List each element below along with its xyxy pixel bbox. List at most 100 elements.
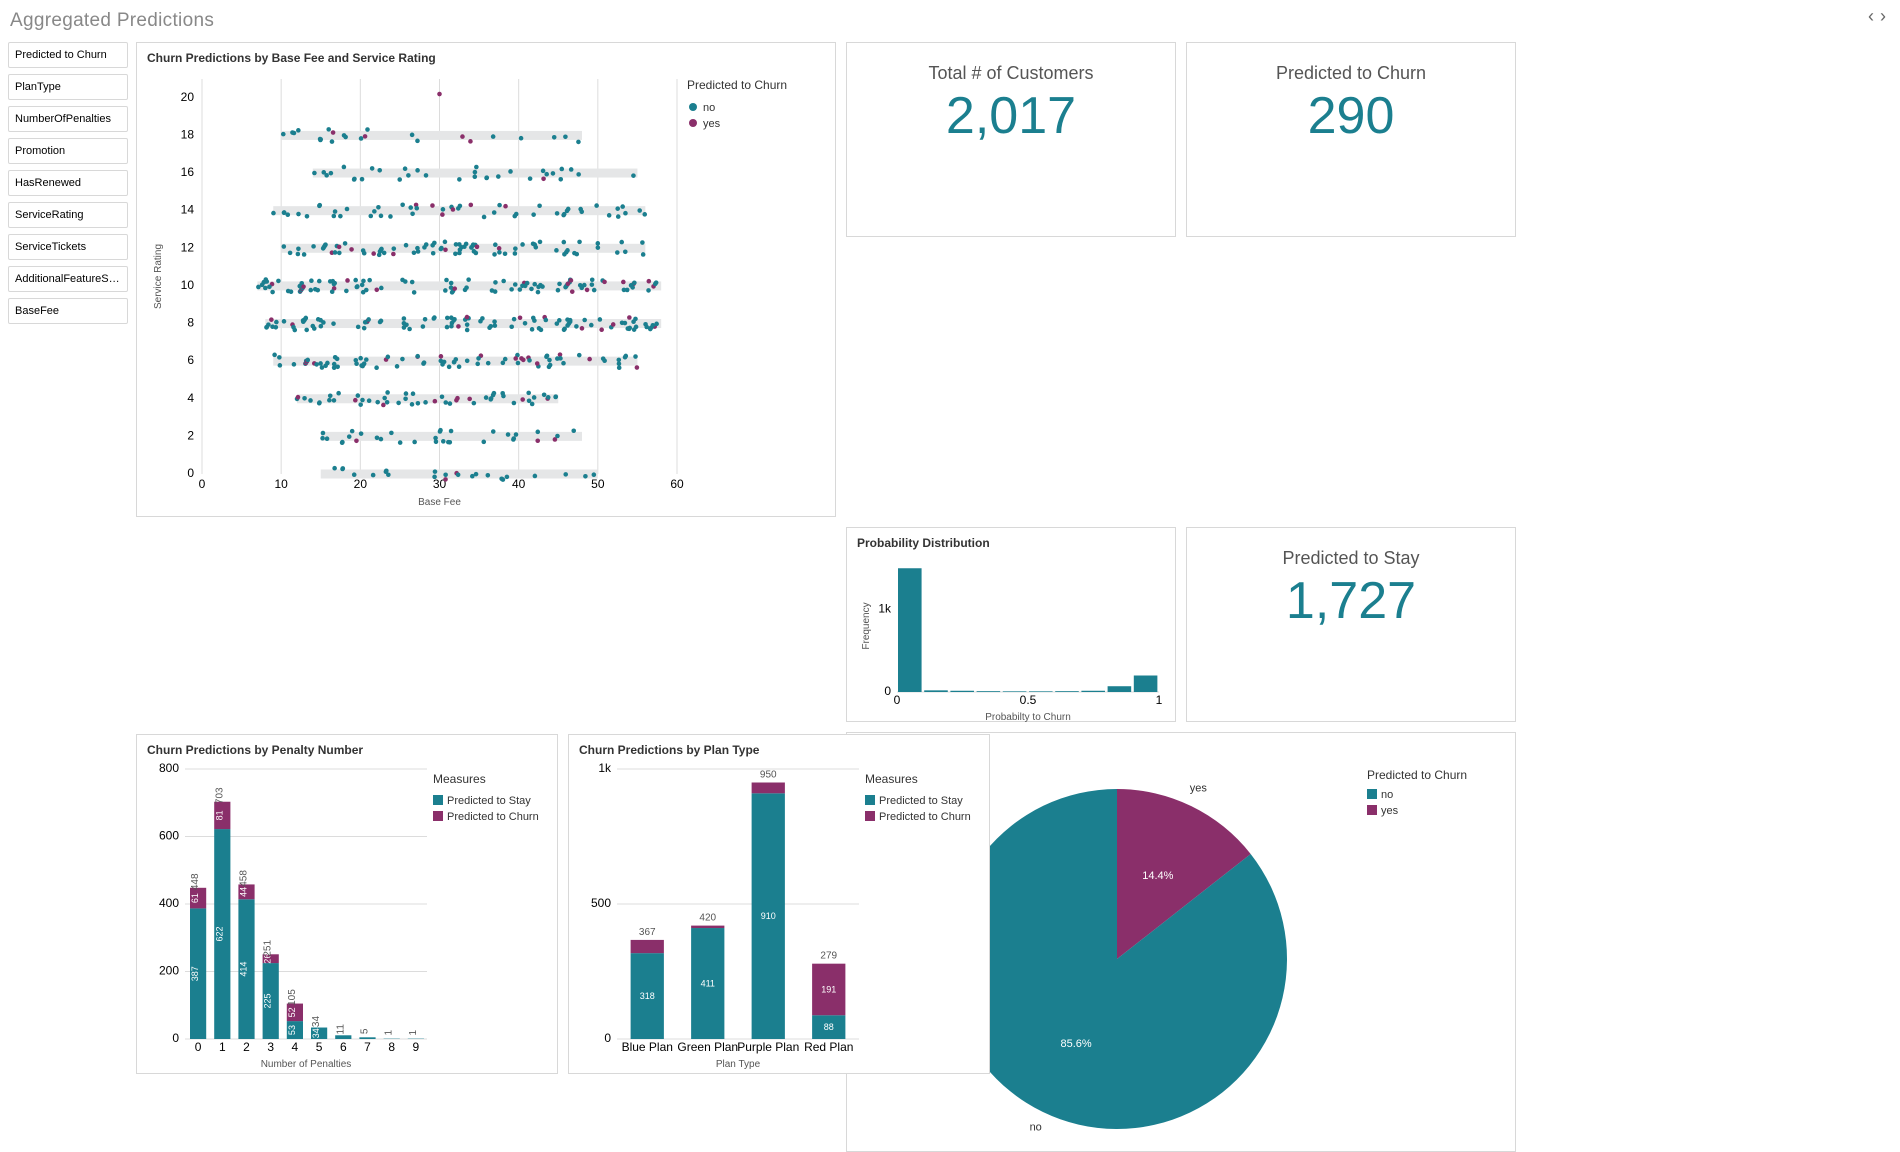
plantype-title: Churn Predictions by Plan Type xyxy=(579,743,979,757)
svg-text:no: no xyxy=(703,102,715,114)
next-icon[interactable]: › xyxy=(1880,6,1886,27)
svg-text:411: 411 xyxy=(701,979,715,989)
svg-text:318: 318 xyxy=(640,991,655,1001)
svg-text:105: 105 xyxy=(287,989,298,1006)
svg-text:16: 16 xyxy=(181,165,195,179)
filter-button-0[interactable]: Predicted to Churn xyxy=(8,42,128,68)
svg-text:0.5: 0.5 xyxy=(1020,693,1037,707)
svg-text:800: 800 xyxy=(159,761,179,775)
svg-text:279: 279 xyxy=(820,951,837,962)
plantype-card: Churn Predictions by Plan Type 05001k318… xyxy=(568,734,990,1074)
svg-text:Base Fee: Base Fee xyxy=(418,497,461,508)
svg-text:8: 8 xyxy=(388,1040,395,1054)
svg-text:703: 703 xyxy=(214,787,225,804)
svg-text:0: 0 xyxy=(195,1040,202,1054)
kpi-churn-label: Predicted to Churn xyxy=(1197,63,1505,84)
svg-text:Frequency: Frequency xyxy=(861,602,872,649)
svg-text:191: 191 xyxy=(821,984,836,994)
filter-button-2[interactable]: NumberOfPenalties xyxy=(8,106,128,132)
svg-text:11: 11 xyxy=(335,1024,346,1035)
svg-text:53: 53 xyxy=(287,1025,297,1035)
svg-text:1: 1 xyxy=(408,1029,419,1035)
svg-text:52: 52 xyxy=(287,1007,297,1017)
svg-text:910: 910 xyxy=(761,911,776,921)
svg-text:Predicted to Stay: Predicted to Stay xyxy=(879,795,963,807)
svg-text:12: 12 xyxy=(181,240,195,254)
svg-text:9: 9 xyxy=(413,1040,420,1054)
svg-text:225: 225 xyxy=(263,994,273,1009)
svg-text:Purple Plan: Purple Plan xyxy=(737,1040,799,1054)
svg-text:85.6%: 85.6% xyxy=(1061,1038,1092,1050)
svg-text:0: 0 xyxy=(187,466,194,480)
filter-sidebar: Predicted to Churn PlanType NumberOfPenalt… xyxy=(8,42,128,1074)
filter-button-6[interactable]: ServiceTickets xyxy=(8,234,128,260)
prob-title: Probability Distribution xyxy=(857,536,1165,550)
svg-text:88: 88 xyxy=(824,1022,834,1032)
prev-icon[interactable]: ‹ xyxy=(1868,6,1874,27)
kpi-churn-value: 290 xyxy=(1197,86,1505,146)
kpi-stay: Predicted to Stay 1,727 xyxy=(1186,527,1516,722)
svg-text:2: 2 xyxy=(243,1040,250,1054)
svg-text:200: 200 xyxy=(159,964,179,978)
svg-text:Number of Penalties: Number of Penalties xyxy=(261,1059,352,1069)
svg-text:1: 1 xyxy=(219,1040,226,1054)
svg-text:7: 7 xyxy=(364,1040,371,1054)
svg-text:622: 622 xyxy=(214,927,224,942)
svg-text:400: 400 xyxy=(159,896,179,910)
svg-text:81: 81 xyxy=(214,810,224,820)
svg-text:20: 20 xyxy=(181,90,195,104)
svg-text:420: 420 xyxy=(699,913,716,924)
svg-text:50: 50 xyxy=(591,477,605,491)
prob-card: Probability Distribution 0 1k 0 0.5 1 Probabi… xyxy=(846,527,1176,722)
svg-text:1: 1 xyxy=(1156,693,1163,707)
svg-text:Predicted to Churn: Predicted to Churn xyxy=(1367,768,1467,782)
svg-text:3: 3 xyxy=(267,1040,274,1054)
filter-button-1[interactable]: PlanType xyxy=(8,74,128,100)
svg-text:14: 14 xyxy=(181,203,195,217)
filter-button-7[interactable]: AdditionalFeatureSp… xyxy=(8,266,128,292)
svg-text:Predicted to Churn: Predicted to Churn xyxy=(447,811,539,823)
svg-text:34: 34 xyxy=(311,1016,322,1028)
filter-button-3[interactable]: Promotion xyxy=(8,138,128,164)
scatter-title: Churn Predictions by Base Fee and Servic… xyxy=(147,51,825,65)
svg-text:414: 414 xyxy=(239,962,249,977)
svg-text:6: 6 xyxy=(187,353,194,367)
svg-text:10: 10 xyxy=(181,278,195,292)
svg-text:6: 6 xyxy=(340,1040,347,1054)
scatter-card: Churn Predictions by Base Fee and Servic… xyxy=(136,42,836,517)
svg-text:no: no xyxy=(1030,1121,1042,1133)
svg-text:0: 0 xyxy=(199,477,206,491)
svg-text:387: 387 xyxy=(190,966,200,981)
svg-text:600: 600 xyxy=(159,829,179,843)
svg-text:5: 5 xyxy=(360,1028,371,1034)
svg-text:Predicted to Churn: Predicted to Churn xyxy=(879,811,971,823)
penalty-title: Churn Predictions by Penalty Number xyxy=(147,743,547,757)
filter-button-4[interactable]: HasRenewed xyxy=(8,170,128,196)
svg-text:2: 2 xyxy=(187,428,194,442)
kpi-stay-label: Predicted to Stay xyxy=(1197,548,1505,569)
svg-text:1k: 1k xyxy=(878,602,892,616)
svg-text:1: 1 xyxy=(384,1029,395,1035)
svg-text:18: 18 xyxy=(181,127,195,141)
svg-text:yes: yes xyxy=(703,118,721,130)
svg-text:Probabilty to Churn: Probabilty to Churn xyxy=(985,712,1071,722)
filter-button-5[interactable]: ServiceRating xyxy=(8,202,128,228)
svg-text:0: 0 xyxy=(884,684,891,698)
svg-text:yes: yes xyxy=(1381,805,1399,817)
kpi-customers-value: 2,017 xyxy=(857,86,1165,146)
kpi-stay-value: 1,727 xyxy=(1197,571,1505,631)
kpi-customers: Total # of Customers 2,017 xyxy=(846,42,1176,237)
svg-text:Plan Type: Plan Type xyxy=(716,1059,761,1069)
filter-button-8[interactable]: BaseFee xyxy=(8,298,128,324)
svg-text:Measures: Measures xyxy=(433,772,486,786)
svg-text:0: 0 xyxy=(604,1031,611,1045)
svg-text:4: 4 xyxy=(292,1040,299,1054)
svg-text:950: 950 xyxy=(760,770,777,781)
svg-text:Red Plan: Red Plan xyxy=(804,1040,853,1054)
svg-text:34: 34 xyxy=(311,1028,321,1038)
svg-text:44: 44 xyxy=(239,887,249,897)
svg-text:10: 10 xyxy=(274,477,288,491)
svg-text:0: 0 xyxy=(894,693,901,707)
svg-text:Measures: Measures xyxy=(865,772,918,786)
svg-text:8: 8 xyxy=(187,316,194,330)
